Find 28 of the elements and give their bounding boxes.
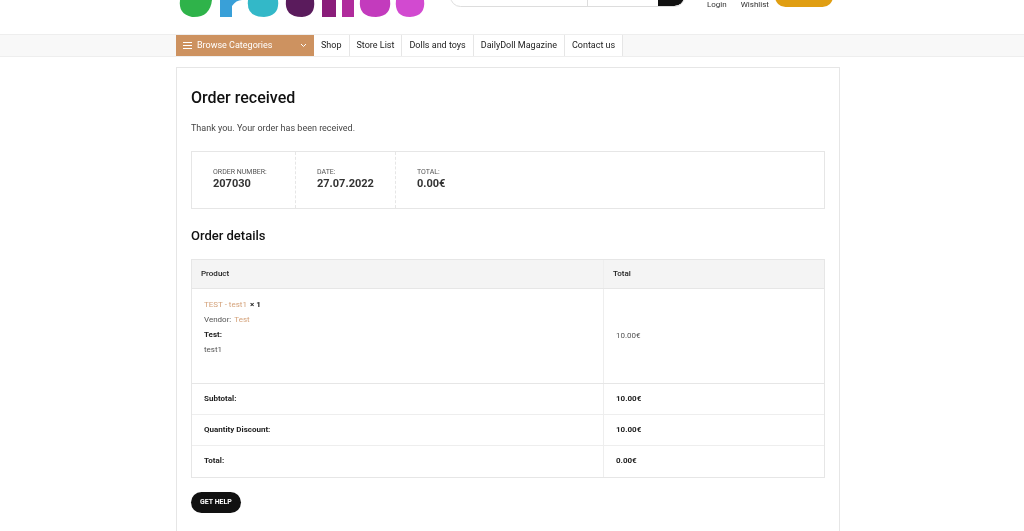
totals-label: Quantity Discount: (192, 414, 604, 445)
totals-value: 10.00€ (615, 423, 643, 436)
nav-link[interactable]: Contact us (564, 35, 624, 56)
account-link[interactable]: Login (707, 0, 727, 10)
overview-value: 207030 (213, 177, 252, 191)
meta-value: test1 (204, 343, 224, 356)
column-header: Total (612, 267, 632, 280)
overview-value: 0.00€ (417, 177, 446, 191)
meta-label: Test: (204, 328, 223, 341)
product-quantity: × 1 (249, 298, 261, 311)
line-total: 10.00€ (616, 329, 641, 342)
order-notice: Thank you. Your order has been received. (191, 122, 357, 135)
totals-label: Total: (192, 445, 604, 477)
page-title: Order received (191, 88, 297, 108)
nav-link[interactable]: Dolls and toys (402, 35, 474, 56)
chevron-down-icon (300, 43, 307, 48)
nav-link[interactable]: Shop (314, 35, 350, 56)
overview-value: 27.07.2022 (317, 177, 375, 191)
menu-icon (183, 42, 192, 49)
vendor-label: Vendor: (204, 313, 232, 326)
section-title: Order details (191, 226, 267, 245)
nav-link[interactable]: DailyDoll Magazine (473, 35, 565, 56)
nav-link[interactable]: Store List (349, 35, 403, 56)
totals-value: 0.00€ (615, 455, 638, 467)
column-header: Product (192, 259, 604, 288)
account-link[interactable]: Wishlist (740, 0, 769, 10)
totals-value: 10.00€ (615, 392, 643, 405)
totals-label: Subtotal: (192, 383, 604, 414)
